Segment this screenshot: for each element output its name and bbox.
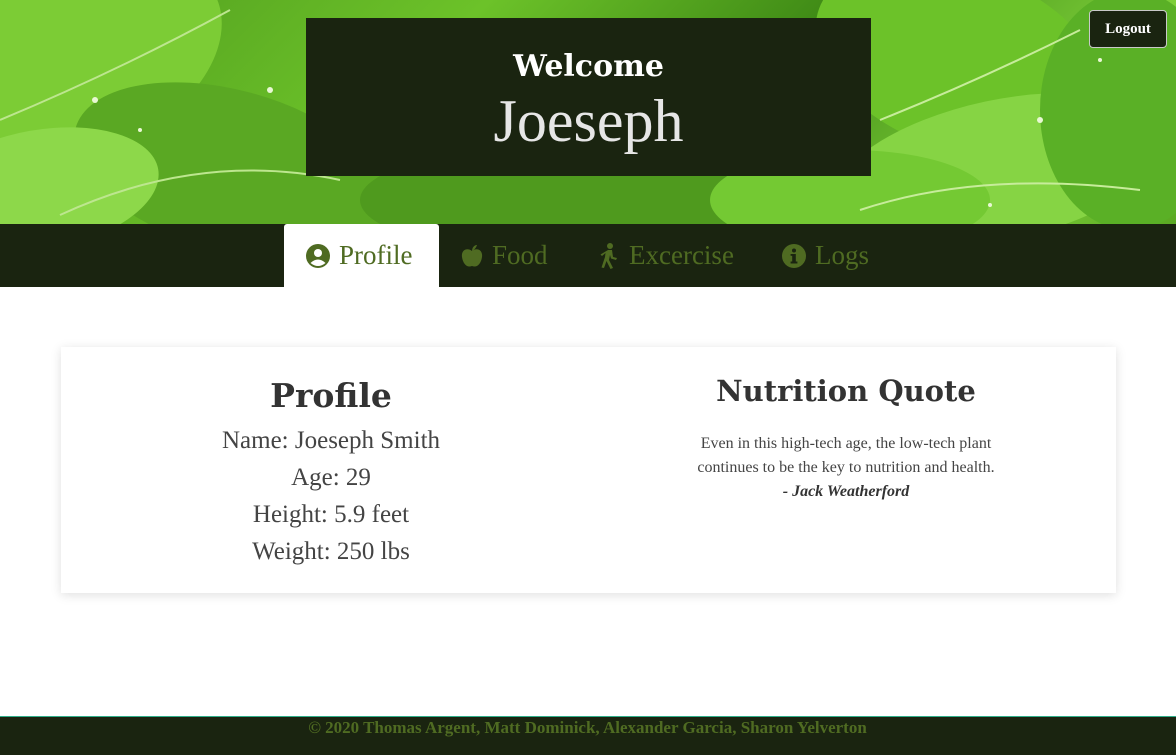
welcome-user-name: Joeseph <box>493 88 684 154</box>
quote-heading: Nutrition Quote <box>716 374 976 408</box>
profile-age: Age: 29 <box>291 464 371 491</box>
profile-card: Profile Name: Joeseph Smith Age: 29 Heig… <box>61 347 1116 593</box>
tab-profile[interactable]: Profile <box>284 224 439 287</box>
welcome-title: Welcome <box>513 49 664 84</box>
tab-logs[interactable]: Logs <box>782 224 869 287</box>
hero-banner: Welcome Joeseph Logout <box>0 0 1176 224</box>
tab-exercise[interactable]: Excercise <box>598 224 734 287</box>
tab-exercise-label: Excercise <box>629 240 734 270</box>
walking-icon <box>600 242 617 269</box>
main-nav: Profile Food Excercise Logs <box>0 224 1176 287</box>
tab-logs-label: Logs <box>815 240 869 270</box>
user-circle-icon <box>306 243 330 268</box>
quote-text: Even in this high-tech age, the low-tech… <box>697 435 995 476</box>
nutrition-quote-section: Nutrition Quote Even in this high-tech a… <box>616 375 1076 504</box>
profile-weight: Weight: 250 lbs <box>252 538 410 565</box>
logout-button[interactable]: Logout <box>1089 10 1167 48</box>
tab-food[interactable]: Food <box>461 224 548 287</box>
profile-heading: Profile <box>270 376 392 415</box>
info-circle-icon <box>782 243 806 268</box>
quote-author: - Jack Weatherford <box>782 483 910 500</box>
tab-profile-label: Profile <box>339 240 413 270</box>
welcome-box: Welcome Joeseph <box>306 18 871 176</box>
profile-height: Height: 5.9 feet <box>252 501 410 528</box>
profile-name: Name: Joeseph Smith <box>221 427 441 454</box>
profile-section: Profile Name: Joeseph Smith Age: 29 Heig… <box>101 373 561 570</box>
apple-icon <box>461 244 483 267</box>
tab-food-label: Food <box>492 240 548 270</box>
footer: © 2020 Thomas Argent, Matt Dominick, Ale… <box>0 716 1176 755</box>
footer-copyright: © 2020 Thomas Argent, Matt Dominick, Ale… <box>308 718 867 737</box>
